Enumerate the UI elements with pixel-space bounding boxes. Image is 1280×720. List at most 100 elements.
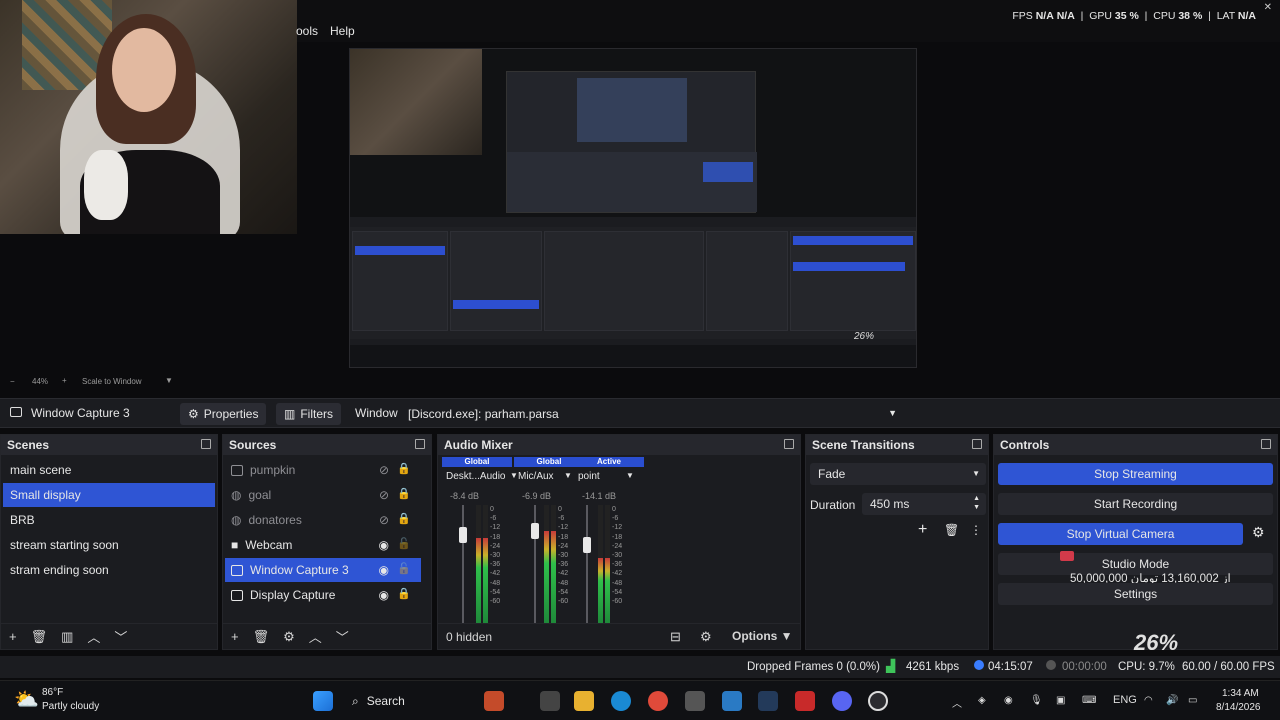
- source-item-selected[interactable]: Window Capture 3 ◉ 🔓: [225, 558, 421, 582]
- steam-icon[interactable]: [758, 691, 778, 711]
- volume-fader[interactable]: [459, 505, 467, 623]
- fader-knob[interactable]: [531, 523, 539, 539]
- filters-button[interactable]: ▥ Filters: [276, 403, 342, 425]
- more-icon[interactable]: ⋮: [970, 523, 982, 537]
- scene-item[interactable]: BRB: [3, 508, 215, 532]
- chevron-down-icon[interactable]: ▼: [564, 471, 572, 480]
- weather-temp[interactable]: 86°F: [42, 687, 63, 698]
- fader-knob[interactable]: [583, 537, 591, 553]
- edge-icon[interactable]: [611, 691, 631, 711]
- undock-icon[interactable]: [1261, 439, 1271, 449]
- undock-icon[interactable]: [415, 439, 425, 449]
- duration-input[interactable]: 450 ms ▲ ▼: [862, 493, 986, 515]
- language-indicator[interactable]: ENG: [1113, 694, 1137, 706]
- gear-icon[interactable]: ⚙: [700, 629, 712, 645]
- source-item[interactable]: ◍ donatores ⊘ 🔒: [225, 508, 421, 532]
- trash-icon[interactable]: 🗑: [31, 629, 48, 645]
- channel-name[interactable]: Deskt...Audio: [446, 471, 505, 482]
- clock-date[interactable]: 8/14/2026: [1216, 702, 1261, 713]
- windows-start-icon[interactable]: [313, 691, 333, 711]
- scene-item-selected[interactable]: Small display: [3, 483, 215, 507]
- undock-icon[interactable]: [972, 439, 982, 449]
- scene-item[interactable]: main scene: [3, 458, 215, 482]
- tray-app-icon[interactable]: ◉: [1004, 695, 1013, 706]
- add-icon[interactable]: +: [9, 629, 17, 644]
- lock-icon[interactable]: 🔒: [397, 512, 411, 525]
- move-down-icon[interactable]: ﹀: [336, 627, 349, 646]
- trash-icon[interactable]: 🗑: [944, 523, 959, 537]
- gear-icon[interactable]: ⚙: [283, 629, 295, 645]
- discord-icon[interactable]: [832, 691, 852, 711]
- close-icon[interactable]: ✕: [1264, 2, 1272, 13]
- window-select[interactable]: [Discord.exe]: parham.parsa ▼: [403, 403, 903, 425]
- eye-icon[interactable]: ◉: [379, 588, 389, 602]
- eye-icon[interactable]: ◉: [379, 538, 389, 552]
- menu-tools[interactable]: ools: [296, 24, 318, 38]
- keyboard-icon[interactable]: ⌨: [1082, 695, 1096, 706]
- filter-icon[interactable]: ▥: [61, 629, 73, 645]
- weather-icon[interactable]: ⛅: [14, 687, 39, 712]
- unlock-icon[interactable]: 🔓: [397, 537, 411, 550]
- tray-app-icon[interactable]: ◈: [978, 695, 986, 706]
- source-item[interactable]: pumpkin ⊘ 🔒: [225, 458, 421, 482]
- channel-name[interactable]: Mic/Aux: [518, 471, 554, 482]
- task-view-icon[interactable]: [540, 691, 560, 711]
- volume-fader[interactable]: [531, 505, 539, 623]
- obs-icon[interactable]: [868, 691, 888, 711]
- store-icon[interactable]: [685, 691, 705, 711]
- unlock-icon[interactable]: 🔓: [397, 562, 411, 575]
- zoom-out-icon[interactable]: −: [10, 377, 15, 386]
- fader-knob[interactable]: [459, 527, 467, 543]
- layout-icon[interactable]: ⊟: [670, 629, 681, 645]
- wifi-icon[interactable]: ◠: [1144, 695, 1153, 706]
- volume-icon[interactable]: 🔊: [1166, 695, 1178, 706]
- stepper-icon[interactable]: ▲ ▼: [973, 494, 980, 512]
- chevron-down-icon[interactable]: ▼: [165, 376, 173, 385]
- undock-icon[interactable]: [201, 439, 211, 449]
- eye-icon[interactable]: ◉: [379, 563, 389, 577]
- scale-mode[interactable]: Scale to Window: [82, 377, 142, 386]
- lock-icon[interactable]: 🔒: [397, 587, 411, 600]
- zoom-in-icon[interactable]: +: [62, 376, 67, 385]
- add-icon[interactable]: +: [918, 521, 927, 539]
- chrome-icon[interactable]: [648, 691, 668, 711]
- weather-desc[interactable]: Partly cloudy: [42, 701, 99, 712]
- move-up-icon[interactable]: ︿: [309, 627, 322, 646]
- move-up-icon[interactable]: ︿: [87, 627, 100, 646]
- microphone-icon[interactable]: 🎙: [1030, 695, 1043, 706]
- source-item[interactable]: ◍ goal ⊘ 🔒: [225, 483, 421, 507]
- settings-button[interactable]: Settings: [998, 583, 1273, 605]
- scene-item[interactable]: stram ending soon: [3, 558, 215, 582]
- clock-time[interactable]: 1:34 AM: [1222, 688, 1259, 699]
- battery-icon[interactable]: ▭: [1188, 695, 1197, 706]
- chevron-up-icon[interactable]: ︿: [952, 695, 962, 710]
- lock-icon[interactable]: 🔒: [397, 487, 411, 500]
- transition-select[interactable]: Fade ▼: [810, 463, 986, 485]
- volume-fader[interactable]: [583, 505, 591, 623]
- file-explorer-icon[interactable]: [574, 691, 594, 711]
- search-highlight-icon[interactable]: [484, 691, 504, 711]
- stop-virtual-camera-button[interactable]: Stop Virtual Camera: [998, 523, 1243, 545]
- chevron-down-icon[interactable]: ▼: [626, 471, 634, 480]
- tray-app-icon[interactable]: ▣: [1056, 695, 1065, 706]
- source-item[interactable]: ■ Webcam ◉ 🔓: [225, 533, 421, 557]
- options-button[interactable]: Options ▼: [732, 629, 793, 643]
- properties-button[interactable]: ⚙ Properties: [180, 403, 267, 425]
- eye-hidden-icon[interactable]: ⊘: [379, 463, 389, 477]
- taskbar-search[interactable]: ⌕ Search: [344, 689, 476, 713]
- program-preview[interactable]: 26%: [349, 48, 917, 368]
- add-icon[interactable]: +: [231, 629, 239, 644]
- source-item[interactable]: Display Capture ◉ 🔒: [225, 583, 421, 607]
- eye-hidden-icon[interactable]: ⊘: [379, 488, 389, 502]
- app-red-icon[interactable]: [795, 691, 815, 711]
- gear-icon[interactable]: ⚙: [1252, 524, 1265, 541]
- eye-hidden-icon[interactable]: ⊘: [379, 513, 389, 527]
- channel-name[interactable]: point: [578, 471, 600, 482]
- move-down-icon[interactable]: ﹀: [114, 627, 127, 646]
- menu-help[interactable]: Help: [330, 24, 355, 38]
- vscode-icon[interactable]: [722, 691, 742, 711]
- undock-icon[interactable]: [784, 439, 794, 449]
- trash-icon[interactable]: 🗑: [253, 629, 270, 645]
- start-recording-button[interactable]: Start Recording: [998, 493, 1273, 515]
- stop-streaming-button[interactable]: Stop Streaming: [998, 463, 1273, 485]
